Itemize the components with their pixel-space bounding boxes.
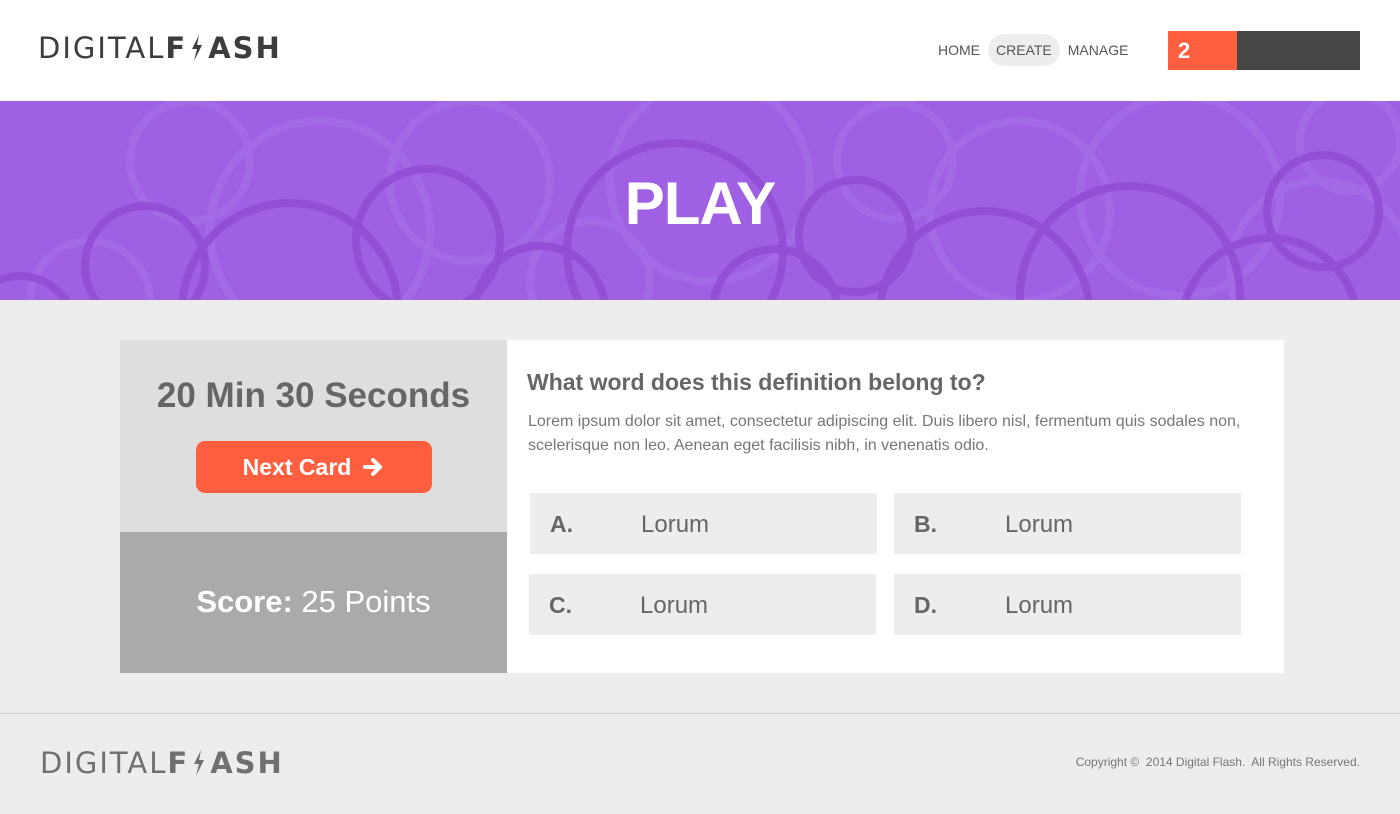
answer-option-a[interactable]: A. Lorum xyxy=(530,493,877,554)
score-value: 25 Points xyxy=(292,584,431,619)
nav-create[interactable]: CREATE xyxy=(988,34,1060,66)
brand-logo-text-ash: ASH xyxy=(208,31,282,65)
brand-logo-text-ash: ASH xyxy=(210,746,284,780)
score-label: Score: xyxy=(196,584,293,619)
answer-option-b[interactable]: B. Lorum xyxy=(894,493,1241,554)
main-nav: HOME CREATE MANAGE xyxy=(930,34,1136,66)
footer-brand-logo[interactable]: DIGITAL F ASH xyxy=(40,746,284,780)
brand-logo-text-light: DIGITAL xyxy=(40,746,168,780)
nav-manage[interactable]: MANAGE xyxy=(1060,34,1137,66)
brand-logo[interactable]: DIGITAL F ASH xyxy=(38,31,282,65)
notification-badge[interactable]: 2 xyxy=(1168,31,1237,70)
answer-letter: C. xyxy=(549,592,572,618)
brand-logo-text-light: DIGITAL xyxy=(38,31,166,65)
hero-banner: PLAY xyxy=(0,101,1400,300)
answer-letter: B. xyxy=(914,511,937,537)
lightning-bolt-icon xyxy=(194,750,205,776)
question-panel: What word does this definition belong to… xyxy=(507,340,1284,673)
site-header: DIGITAL F ASH HOME CREATE MANAGE 2 xyxy=(0,0,1400,101)
question-definition: Lorem ipsum dolor sit amet, consectetur … xyxy=(528,413,1241,454)
timer-text: 20 Min 30 Seconds xyxy=(156,376,471,415)
user-menu[interactable]: 2 xyxy=(1168,31,1360,70)
timer-panel: 20 Min 30 Seconds Next Card xyxy=(120,340,507,532)
copyright-text: Copyright © 2014 Digital Flash. All Righ… xyxy=(1075,755,1360,769)
lightning-bolt-icon xyxy=(192,35,203,61)
footer-divider xyxy=(0,713,1400,714)
answer-text: Lorum xyxy=(641,511,710,538)
answer-text: Lorum xyxy=(640,592,709,619)
nav-home[interactable]: HOME xyxy=(930,34,988,66)
answer-option-c[interactable]: C. Lorum xyxy=(529,574,876,635)
answer-letter: A. xyxy=(550,511,573,537)
answer-option-d[interactable]: D. Lorum xyxy=(894,574,1241,635)
score-display: Score: 25 Points xyxy=(120,584,507,620)
score-panel: Score: 25 Points xyxy=(120,532,507,673)
arrow-right-icon xyxy=(363,458,383,476)
brand-logo-text-f: F xyxy=(167,746,190,780)
next-card-button-label: Next Card xyxy=(242,453,352,480)
answer-text: Lorum xyxy=(1005,592,1074,619)
answer-letter: D. xyxy=(914,592,937,618)
question-title: What word does this definition belong to… xyxy=(527,369,986,395)
next-card-button[interactable]: Next Card xyxy=(196,441,432,493)
brand-logo-text-f: F xyxy=(165,31,188,65)
page-title: PLAY xyxy=(624,170,777,237)
answer-text: Lorum xyxy=(1005,511,1074,538)
